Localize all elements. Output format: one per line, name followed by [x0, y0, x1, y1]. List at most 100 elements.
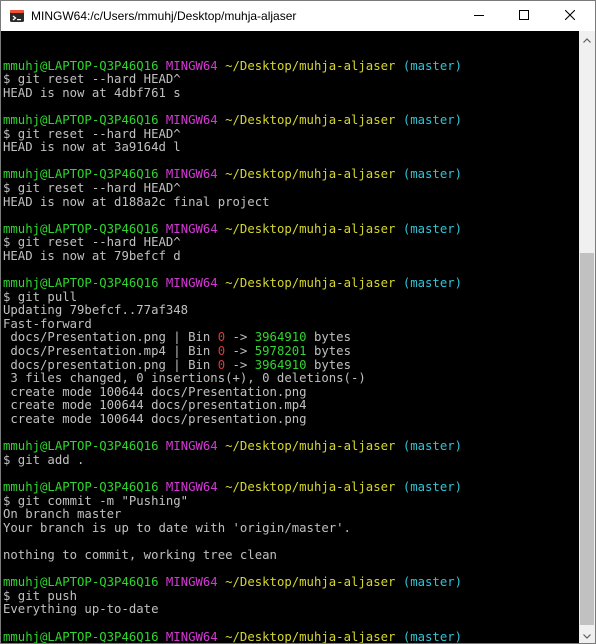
segment-path: ~/Desktop/muhja-aljaser: [225, 276, 396, 291]
output-line: docs/Presentation.mp4 | Bin 0 -> 5978201…: [3, 344, 462, 359]
terminal-window: MINGW64:/c/Users/mmuhj/Desktop/muhja-alj…: [0, 0, 596, 644]
segment-text: [158, 167, 165, 181]
segment-text: $ git commit -m "Pushing": [3, 493, 189, 508]
scroll-thumb[interactable]: [580, 253, 594, 625]
segment-user: mmuhj@LAPTOP-Q3P46Q16: [3, 629, 159, 643]
output-line: HEAD is now at d188a2c final project: [3, 194, 462, 210]
output-line: Fast-forward: [3, 316, 462, 332]
title-bar[interactable]: MINGW64:/c/Users/mmuhj/Desktop/muhja-alj…: [1, 1, 595, 31]
segment-host: MINGW64: [165, 221, 218, 236]
output-line: create mode 100644 docs/Presentation.png: [3, 384, 462, 400]
output-line: On branch master: [3, 507, 462, 522]
segment-branch: (master): [402, 480, 463, 494]
segment-red: 0: [217, 344, 226, 359]
segment-text: On branch master: [3, 507, 122, 522]
segment-text: docs/Presentation.png | Bin: [3, 330, 218, 345]
segment-text: [218, 480, 225, 494]
segment-text: Fast-forward: [3, 316, 92, 331]
segment-text: ->: [225, 344, 255, 359]
output-line: Everything up-to-date: [3, 603, 462, 617]
segment-text: [158, 113, 165, 127]
output-line: $ git reset --hard HEAD^: [3, 127, 462, 142]
prompt-line: mmuhj@LAPTOP-Q3P46Q16 MINGW64 ~/Desktop/…: [3, 439, 462, 454]
segment-user: mmuhj@LAPTOP-Q3P46Q16: [3, 575, 159, 590]
segment-text: $ git reset --hard HEAD^: [3, 180, 181, 195]
output-line: Updating 79befcf..77af348: [3, 303, 462, 318]
output-line: $ git commit -m "Pushing": [3, 493, 462, 509]
segment-branch: (master): [402, 629, 463, 643]
git-bash-icon: [9, 8, 25, 24]
segment-text: create mode 100644 docs/Presentation.png: [3, 384, 307, 399]
minimize-button[interactable]: [456, 1, 501, 31]
close-button[interactable]: [547, 1, 592, 31]
segment-text: bytes: [306, 344, 351, 359]
output-line: create mode 100644 docs/presentation.png: [3, 412, 462, 427]
segment-host: MINGW64: [165, 112, 218, 127]
segment-path: ~/Desktop/muhja-aljaser: [225, 439, 396, 454]
terminal-lines: mmuhj@LAPTOP-Q3P46Q16 MINGW64 ~/Desktop/…: [3, 46, 462, 643]
segment-text: [158, 630, 165, 643]
segment-text: bytes: [306, 330, 351, 345]
segment-path: ~/Desktop/muhja-aljaser: [225, 167, 396, 182]
segment-text: [218, 59, 225, 73]
segment-path: ~/Desktop/muhja-aljaser: [225, 221, 396, 236]
segment-text: [218, 630, 225, 643]
vertical-scrollbar[interactable]: [579, 31, 595, 643]
segment-user: mmuhj@LAPTOP-Q3P46Q16: [3, 221, 159, 236]
output-line: HEAD is now at 3a9164d l: [3, 140, 462, 155]
segment-text: [158, 575, 165, 589]
segment-text: [395, 59, 402, 73]
output-line: $ git add .: [3, 453, 462, 468]
prompt-line: mmuhj@LAPTOP-Q3P46Q16 MINGW64 ~/Desktop/…: [3, 58, 463, 74]
segment-text: Updating 79befcf..77af348: [3, 303, 189, 318]
segment-text: ->: [225, 357, 255, 372]
segment-path: ~/Desktop/muhja-aljaser: [225, 575, 396, 590]
scroll-up-button[interactable]: [579, 31, 595, 47]
segment-text: [395, 630, 402, 643]
scroll-down-button[interactable]: [579, 627, 595, 643]
maximize-button[interactable]: [501, 1, 546, 31]
segment-host: MINGW64: [165, 480, 218, 494]
segment-host: MINGW64: [165, 276, 218, 291]
segment-user: mmuhj@LAPTOP-Q3P46Q16: [3, 167, 159, 182]
maximize-icon: [518, 7, 529, 25]
segment-text: create mode 100644 docs/presentation.mp4: [3, 398, 307, 413]
segment-text: [158, 480, 165, 494]
output-line: HEAD is now at 79befcf d: [3, 249, 462, 264]
segment-path: ~/Desktop/muhja-aljaser: [225, 480, 396, 494]
segment-text: [158, 276, 165, 290]
segment-text: bytes: [306, 357, 351, 372]
segment-text: [158, 222, 165, 236]
window-title: MINGW64:/c/Users/mmuhj/Desktop/muhja-alj…: [31, 9, 297, 23]
output-line: Your branch is up to date with 'origin/m…: [3, 521, 462, 536]
segment-user: mmuhj@LAPTOP-Q3P46Q16: [3, 480, 159, 494]
segment-text: [395, 222, 402, 236]
segment-text: create mode 100644 docs/presentation.png: [3, 412, 307, 427]
segment-branch: (master): [402, 575, 463, 590]
segment-text: [218, 439, 225, 453]
segment-branch: (master): [402, 58, 463, 73]
segment-text: [218, 276, 225, 290]
chevron-down-icon: [583, 626, 591, 643]
segment-branch: (master): [402, 112, 463, 127]
output-line: nothing to commit, working tree clean: [3, 548, 462, 563]
segment-text: HEAD is now at 3a9164d l: [3, 140, 181, 155]
output-line: $ git pull: [3, 290, 462, 305]
terminal-output[interactable]: mmuhj@LAPTOP-Q3P46Q16 MINGW64 ~/Desktop/…: [1, 31, 579, 643]
segment-branch: (master): [402, 167, 463, 182]
output-line: 3 files changed, 0 insertions(+), 0 dele…: [3, 371, 462, 386]
segment-branch: (master): [402, 276, 463, 291]
segment-text: HEAD is now at 4dbf761 s: [3, 85, 181, 100]
segment-text: [158, 59, 165, 73]
segment-text: HEAD is now at d188a2c final project: [3, 194, 270, 209]
output-line: docs/presentation.png | Bin 0 -> 3964910…: [3, 357, 462, 373]
output-line: $ git push: [3, 589, 462, 604]
segment-text: 3 files changed, 0 insertions(+), 0 dele…: [3, 371, 366, 386]
segment-branch: (master): [402, 221, 463, 236]
